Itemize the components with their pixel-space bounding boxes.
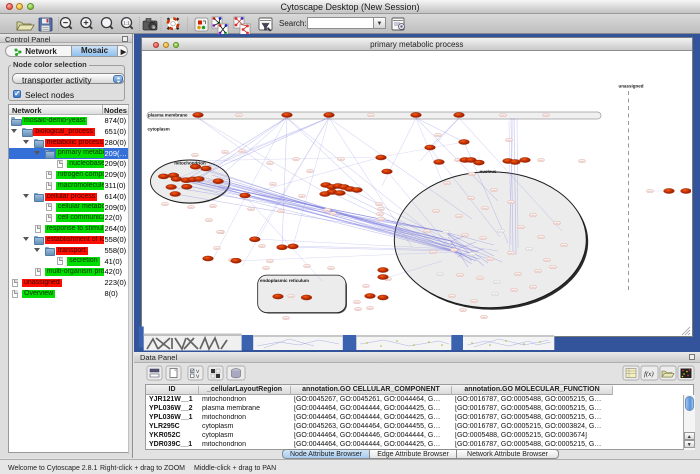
svg-text:[xxx]: [xxx] — [356, 308, 361, 311]
svg-text:[xxx]: [xxx] — [425, 230, 430, 233]
svg-text:[xxx]: [xxx] — [260, 245, 265, 248]
svg-text:[xxx]: [xxx] — [450, 295, 455, 298]
svg-text:[xxx]: [xxx] — [531, 286, 536, 289]
svg-text:[xxx]: [xxx] — [488, 258, 493, 261]
svg-text:1:1: 1:1 — [123, 20, 130, 25]
svg-text:[xxx]: [xxx] — [379, 208, 384, 211]
svg-text:[xxx]: [xxx] — [279, 210, 284, 213]
svg-text:[xxx]: [xxx] — [495, 281, 500, 284]
svg-text:[xxx]: [xxx] — [163, 203, 168, 206]
svg-text:[xxx]: [xxx] — [294, 158, 299, 161]
svg-text:[xxx]: [xxx] — [481, 237, 486, 240]
svg-text:[xxx]: [xxx] — [457, 215, 462, 218]
svg-text:[xxx]: [xxx] — [308, 170, 313, 173]
svg-text:[xxx]: [xxx] — [369, 114, 374, 117]
svg-text:[xxx]: [xxx] — [325, 209, 330, 212]
svg-text:[xxx]: [xxx] — [240, 150, 245, 153]
svg-text:[xxx]: [xxx] — [648, 190, 653, 193]
svg-text:unassigned: unassigned — [618, 84, 643, 89]
svg-text:[xxx]: [xxx] — [539, 159, 544, 162]
svg-text:[xxx]: [xxx] — [377, 203, 382, 206]
svg-text:[xxx]: [xxx] — [189, 206, 194, 209]
svg-text:[xxx]: [xxx] — [483, 207, 488, 210]
svg-text:endoplasmic reticulum: endoplasmic reticulum — [260, 278, 309, 283]
svg-text:[xxx]: [xxx] — [516, 273, 521, 276]
svg-text:[xxx]: [xxx] — [509, 252, 514, 255]
svg-text:[xxx]: [xxx] — [237, 114, 242, 117]
svg-text:[xxx]: [xxx] — [562, 244, 567, 247]
svg-text:[xxx]: [xxx] — [493, 293, 498, 296]
svg-text:[xxx]: [xxx] — [492, 189, 497, 192]
svg-text:[xxx]: [xxx] — [501, 114, 506, 117]
svg-text:[xxx]: [xxx] — [444, 231, 449, 234]
svg-text:[xxx]: [xxx] — [545, 259, 550, 262]
svg-text:[xxx]: [xxx] — [207, 219, 212, 222]
svg-text:[xxx]: [xxx] — [289, 295, 294, 298]
svg-text:[xxx]: [xxx] — [470, 173, 475, 176]
svg-text:[xxx]: [xxx] — [536, 270, 541, 273]
svg-text:[xxx]: [xxx] — [300, 195, 305, 198]
svg-text:[xxx]: [xxx] — [193, 154, 198, 157]
svg-text:[xxx]: [xxx] — [268, 162, 273, 165]
svg-text:[xxx]: [xxx] — [551, 266, 556, 269]
svg-text:[xxx]: [xxx] — [218, 231, 223, 234]
svg-text:nucleus: nucleus — [479, 169, 497, 174]
svg-text:f(x): f(x) — [644, 370, 654, 378]
svg-text:[xxx]: [xxx] — [249, 208, 254, 211]
svg-text:[xxx]: [xxx] — [378, 213, 383, 216]
svg-text:[xxx]: [xxx] — [355, 301, 360, 304]
svg-text:[xxx]: [xxx] — [364, 285, 369, 288]
svg-text:[xxx]: [xxx] — [478, 277, 483, 280]
svg-text:[xxx]: [xxx] — [519, 226, 524, 229]
svg-text:[xxx]: [xxx] — [512, 289, 517, 292]
svg-text:[xxx]: [xxx] — [482, 316, 487, 319]
svg-text:[xxx]: [xxx] — [499, 230, 504, 233]
svg-text:[xxx]: [xxx] — [215, 247, 220, 250]
svg-text:[xxx]: [xxx] — [527, 248, 532, 251]
svg-text:[xxx]: [xxx] — [284, 317, 289, 320]
svg-text:[xxx]: [xxx] — [268, 260, 273, 263]
svg-text:[xxx]: [xxx] — [331, 212, 336, 215]
svg-text:[xxx]: [xxx] — [509, 201, 514, 204]
svg-text:[xxx]: [xxx] — [264, 267, 269, 270]
svg-text:[xxx]: [xxx] — [507, 139, 512, 142]
svg-text:[xxx]: [xxx] — [544, 114, 549, 117]
svg-text:[xxx]: [xxx] — [539, 236, 544, 239]
svg-text:[xxx]: [xxx] — [223, 151, 228, 154]
svg-text:[xxx]: [xxx] — [211, 205, 216, 208]
svg-text:[xxx]: [xxx] — [472, 300, 477, 303]
svg-text:[xxx]: [xxx] — [305, 265, 310, 268]
svg-text:[xxx]: [xxx] — [458, 274, 463, 277]
svg-text:[xxx]: [xxx] — [463, 234, 468, 237]
svg-text:[xxx]: [xxx] — [555, 222, 560, 225]
svg-text:[xxx]: [xxx] — [531, 214, 536, 217]
svg-text:[xxx]: [xxx] — [580, 160, 585, 163]
svg-text:[xxx]: [xxx] — [436, 134, 441, 137]
svg-text:[xxx]: [xxx] — [434, 210, 439, 213]
svg-text:[xxx]: [xxx] — [339, 158, 344, 161]
svg-text:[xxx]: [xxx] — [379, 218, 384, 221]
svg-text:[xxx]: [xxx] — [271, 183, 276, 186]
svg-text:[xxx]: [xxx] — [469, 197, 474, 200]
svg-text:[xxx]: [xxx] — [368, 307, 373, 310]
svg-text:[xxx]: [xxx] — [329, 267, 334, 270]
svg-text:cytoplasm: cytoplasm — [148, 127, 170, 132]
svg-text:[xxx]: [xxx] — [431, 251, 436, 254]
svg-text:mitochondrion: mitochondrion — [174, 161, 206, 166]
svg-text:[xxx]: [xxx] — [452, 249, 457, 252]
svg-text:[xxx]: [xxx] — [438, 273, 443, 276]
svg-text:[xxx]: [xxx] — [445, 182, 450, 185]
svg-text:[xxx]: [xxx] — [461, 309, 466, 312]
svg-text:plasma membrane: plasma membrane — [148, 113, 188, 118]
svg-text:[xxx]: [xxx] — [470, 253, 475, 256]
